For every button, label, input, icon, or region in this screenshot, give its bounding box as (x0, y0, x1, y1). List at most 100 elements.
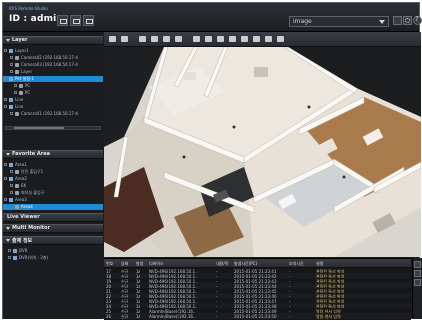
tree-item[interactable]: Area1 (3, 162, 103, 168)
tree-item[interactable]: Camera01 (192.168.50.17-4 (3, 111, 103, 117)
tree-item[interactable]: Line (3, 104, 103, 110)
table-cell: 26 (106, 314, 112, 319)
table-cell: 1ℓ (136, 314, 141, 319)
tree-item[interactable]: 안전 출입구1 (3, 169, 103, 175)
expand-icon[interactable] (4, 98, 7, 101)
expand-icon[interactable] (4, 198, 7, 201)
tree-item-label: PC (25, 83, 31, 88)
grid-icon[interactable] (121, 36, 128, 42)
layer-tree-scrollbar[interactable] (5, 126, 101, 130)
tree-item[interactable]: Layer1 (3, 48, 103, 54)
ruler-icon[interactable] (193, 36, 200, 42)
expand-icon[interactable] (10, 112, 13, 115)
column-header[interactable]: 조치시간 (289, 261, 315, 267)
multi-monitor-header[interactable]: Multi Monitor (3, 224, 103, 233)
layout-select[interactable]: image (289, 16, 389, 27)
tree-item[interactable]: Area3 (3, 197, 103, 203)
tree-item-label: Area4 (21, 204, 33, 209)
column-header[interactable]: 내용/적 (216, 261, 233, 267)
collapse-icon (6, 239, 10, 242)
floor-plan-3d[interactable] (104, 47, 421, 257)
expand-icon[interactable] (10, 191, 13, 194)
clear-icon[interactable] (414, 279, 421, 286)
expand-icon[interactable] (4, 177, 7, 180)
tree-item-label: EK (21, 183, 27, 188)
tree-item[interactable]: 회의실 출입구 (3, 190, 103, 196)
expand-icon[interactable] (4, 163, 7, 166)
expand-icon[interactable] (10, 184, 13, 187)
expand-icon[interactable] (10, 63, 13, 66)
expand-icon[interactable] (14, 91, 17, 94)
filter-icon[interactable] (414, 261, 421, 268)
tree-item[interactable]: Pet 설정-1 (3, 76, 103, 82)
column-header[interactable]: 설명 (316, 261, 406, 267)
list-icon[interactable] (414, 270, 421, 277)
column-header[interactable]: 번호 (106, 261, 120, 267)
item-icon (13, 256, 17, 260)
viewport-toolbar (104, 32, 421, 47)
camera-icon[interactable] (217, 36, 224, 42)
column-header[interactable]: 발생시간(PC) (234, 261, 288, 267)
tree-item[interactable]: DVR (3, 248, 103, 254)
tree-item[interactable]: Camera02 (192.168.50.17-4 (3, 55, 103, 61)
tree-item[interactable]: Layer (3, 69, 103, 75)
settings-icon[interactable] (277, 36, 284, 42)
favorite-section-header[interactable]: Favorite Area (3, 150, 103, 159)
event-table: 번호 상태 발생 디바이스 내용/적 발생시간(PC) 조치시간 설명 17 신규 1ℓ NVD-4… (104, 258, 411, 320)
rotate-icon[interactable] (163, 36, 170, 42)
folder-icon (9, 49, 13, 53)
zoom-icon[interactable] (175, 36, 182, 42)
expand-icon[interactable] (10, 56, 13, 59)
box-icon[interactable] (229, 36, 236, 42)
tree-item[interactable]: PC (3, 83, 103, 89)
column-header[interactable]: 디바이스 (149, 261, 215, 267)
column-header[interactable]: 상태 (121, 261, 135, 267)
display-icon[interactable] (393, 16, 402, 25)
layer-section-header[interactable]: Layer (3, 36, 103, 45)
camera-icon (15, 170, 19, 174)
column-header[interactable]: 발생 (136, 261, 148, 267)
open-folder-icon[interactable] (70, 15, 81, 26)
arrow-icon[interactable] (139, 36, 146, 42)
camera-icon (19, 84, 23, 88)
camera-add-icon[interactable] (205, 36, 212, 42)
export-icon[interactable] (253, 36, 260, 42)
live-viewer-header[interactable]: Live Viewer (3, 213, 103, 222)
layer-section-title: Layer (12, 37, 28, 43)
expand-icon[interactable] (10, 205, 13, 208)
expand-icon[interactable] (14, 84, 17, 87)
tree-item-label: Area2 (15, 176, 27, 181)
refresh-icon[interactable] (241, 36, 248, 42)
expand-icon[interactable] (4, 49, 7, 52)
hand-icon[interactable] (151, 36, 158, 42)
tree-item-label: Pet 설정-1 (15, 76, 34, 81)
expand-icon[interactable] (4, 77, 7, 80)
table-row[interactable]: 26 신규 1ℓ AlarmIn(Base)(192.16.. - 2015-01-05 … (104, 313, 411, 319)
print-icon[interactable] (265, 36, 272, 42)
expand-icon[interactable] (4, 105, 7, 108)
expand-icon[interactable] (8, 249, 11, 252)
expand-icon[interactable] (10, 170, 13, 173)
tree-item[interactable]: DVR(위치 : 2층) (3, 255, 103, 261)
home-icon[interactable] (109, 36, 116, 42)
collapse-icon (6, 153, 10, 156)
tree-item[interactable]: Camera03 (192.168.50.17-4 (3, 62, 103, 68)
tree-item[interactable]: EK (3, 183, 103, 189)
table-cell: - (216, 314, 218, 319)
expand-icon[interactable] (10, 70, 13, 73)
tree-item[interactable]: Line (3, 97, 103, 103)
event-section-header[interactable]: 출제 정보 (3, 236, 103, 245)
gear-icon[interactable] (403, 16, 412, 25)
help-icon[interactable] (413, 15, 422, 25)
tree-item[interactable]: PC (3, 90, 103, 96)
tree-item[interactable]: Area2 (3, 176, 103, 182)
scroll-thumb[interactable] (14, 127, 64, 129)
expand-icon[interactable] (8, 256, 11, 259)
window-icon[interactable] (83, 15, 94, 26)
map-viewport[interactable] (104, 32, 421, 257)
folder-icon (9, 98, 13, 102)
event-side-toolbar (412, 258, 422, 319)
save-icon[interactable] (57, 15, 68, 26)
tree-item[interactable]: Area4 (3, 204, 103, 210)
folder-icon (9, 77, 13, 81)
